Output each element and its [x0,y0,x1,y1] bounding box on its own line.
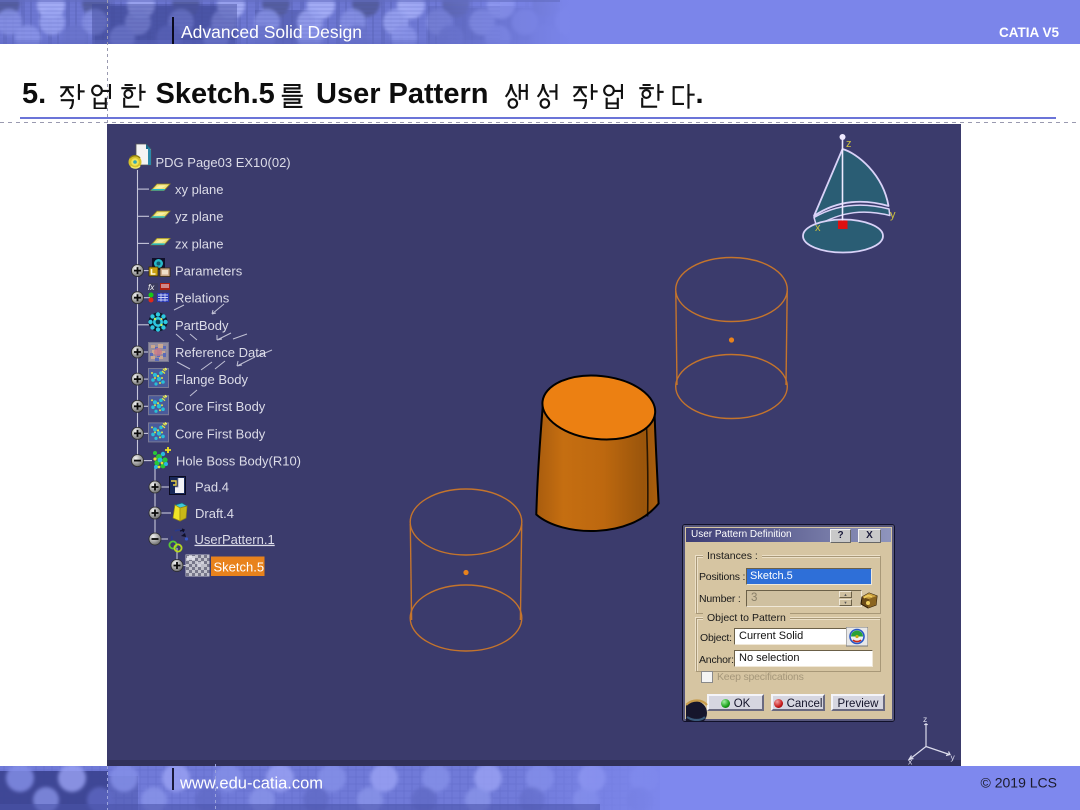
svg-text:zx plane: zx plane [175,236,223,251]
svg-text:© 2019 LCS: © 2019 LCS [981,775,1057,791]
svg-text:Core First Body: Core First Body [175,426,266,441]
svg-text:xy plane: xy plane [175,182,223,197]
svg-text:Sketch.5: Sketch.5 [214,559,265,574]
svg-text:yz plane: yz plane [175,209,223,224]
svg-text:Parameters: Parameters [175,264,243,279]
svg-text:Relations: Relations [175,291,230,306]
svg-text:Reference Data: Reference Data [175,345,267,360]
svg-text:Draft.4: Draft.4 [195,506,234,521]
svg-text:x: x [815,222,821,234]
svg-text:UserPattern.1: UserPattern.1 [195,532,275,547]
svg-text:Hole Boss Body(R10): Hole Boss Body(R10) [176,454,301,469]
svg-text:Flange Body: Flange Body [175,372,248,387]
svg-text:y: y [890,209,896,221]
svg-text:www.edu-catia.com: www.edu-catia.com [179,775,323,793]
svg-text:z: z [846,138,852,150]
svg-text:Core First Body: Core First Body [175,399,266,414]
svg-text:Pad.4: Pad.4 [195,480,229,495]
svg-text:PDG Page03 EX10(02): PDG Page03 EX10(02) [156,155,291,170]
svg-text:PartBody: PartBody [175,318,229,333]
svg-text:fx: fx [148,283,155,292]
svg-text:z: z [923,714,927,724]
